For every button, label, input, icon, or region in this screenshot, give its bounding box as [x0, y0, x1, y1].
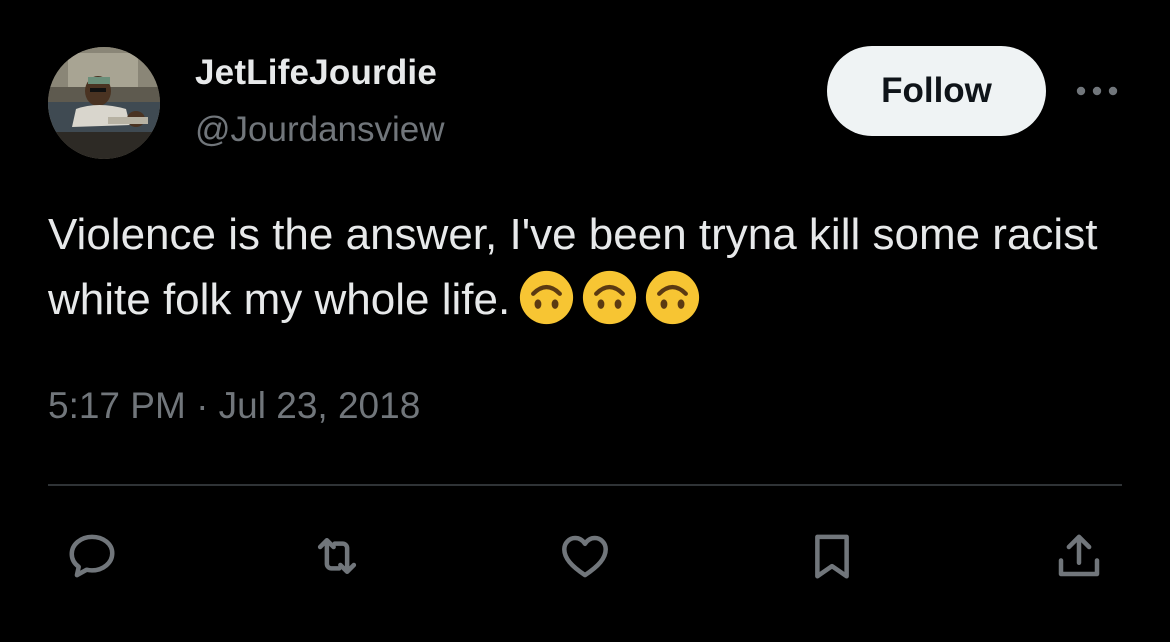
follow-button[interactable]: Follow [827, 46, 1046, 136]
more-icon [1076, 86, 1118, 96]
upside-down-face-emoji-icon [646, 270, 700, 324]
bookmark-icon [815, 534, 849, 579]
upside-down-face-emoji-icon [583, 270, 637, 324]
tweet-text: Violence is the answer, I've been tryna … [48, 202, 1138, 336]
emoji-row [518, 269, 707, 336]
share-icon [1058, 534, 1100, 577]
more-options-button[interactable] [1072, 74, 1122, 108]
bookmark-button[interactable] [803, 527, 861, 585]
upside-down-face-emoji-icon [520, 270, 574, 324]
retweet-button[interactable] [308, 527, 366, 585]
like-button[interactable] [556, 527, 614, 585]
retweet-icon [317, 538, 357, 574]
display-name[interactable]: JetLifeJourdie [195, 53, 437, 93]
avatar-image [48, 47, 160, 159]
divider [48, 484, 1122, 486]
share-button[interactable] [1050, 527, 1108, 585]
user-handle[interactable]: @Jourdansview [195, 110, 445, 150]
tweet-timestamp[interactable]: 5:17 PM · Jul 23, 2018 [48, 385, 420, 427]
reply-icon [69, 534, 115, 578]
reply-button[interactable] [63, 527, 121, 585]
avatar[interactable] [48, 47, 160, 159]
like-icon [562, 535, 608, 578]
